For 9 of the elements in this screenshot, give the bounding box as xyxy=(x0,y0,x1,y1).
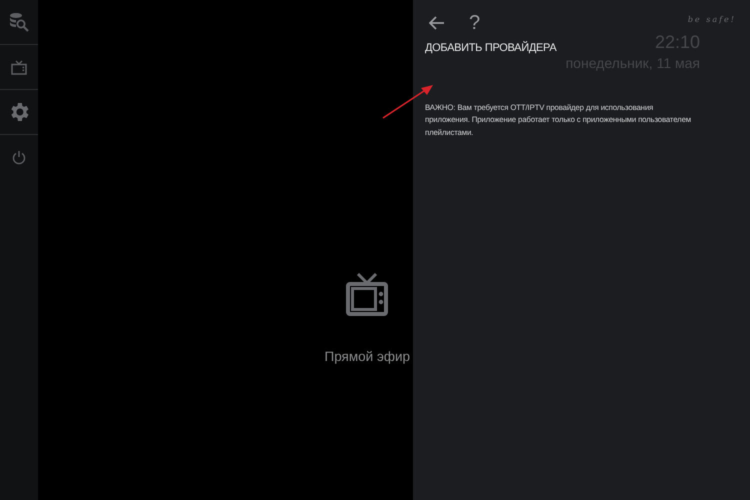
add-provider-button[interactable]: ДОБАВИТЬ ПРОВАЙДЕРА xyxy=(425,40,556,56)
tv-icon xyxy=(346,272,388,317)
back-button[interactable] xyxy=(429,15,445,31)
live-tv-tile[interactable]: Прямой эфир xyxy=(324,272,410,368)
help-button[interactable]: ? xyxy=(469,13,480,33)
tagline: be safe! xyxy=(688,14,736,26)
tv-icon xyxy=(11,60,27,74)
database-search-icon xyxy=(9,12,29,32)
power-icon xyxy=(12,150,26,165)
